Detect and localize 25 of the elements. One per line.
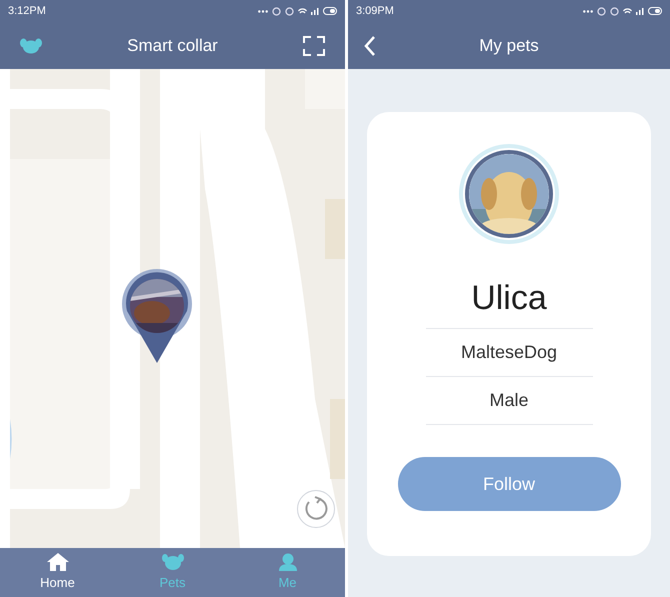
nav-tab[interactable]: Pets [115, 548, 230, 597]
dog-face-icon [162, 552, 184, 571]
status-time: 3:09PM [356, 4, 394, 19]
status-time: 3:12PM [8, 4, 46, 19]
battery-icon [648, 7, 662, 15]
battery-icon [323, 7, 337, 15]
pet-name: Ulica [471, 278, 547, 318]
home-icon [46, 552, 68, 571]
person-icon [278, 552, 298, 571]
more-dots-icon [583, 10, 593, 12]
nav-tab[interactable]: Home [0, 548, 115, 597]
scan-icon[interactable] [303, 36, 325, 56]
header-title: Smart collar [127, 34, 218, 57]
header-title: My pets [479, 34, 539, 57]
dog-face-icon[interactable] [20, 38, 42, 54]
wifi-icon [298, 8, 307, 14]
pet-breed: MalteseDog [460, 341, 558, 364]
follow-button[interactable]: Follow [398, 457, 620, 511]
wifi-icon [623, 8, 632, 14]
signal-icon [311, 8, 319, 14]
signal-icon [636, 8, 644, 14]
more-dots-icon [258, 10, 268, 12]
back-icon[interactable] [364, 36, 376, 56]
nav-tab[interactable]: Me [230, 548, 345, 597]
pet-sex: Male [489, 389, 528, 412]
